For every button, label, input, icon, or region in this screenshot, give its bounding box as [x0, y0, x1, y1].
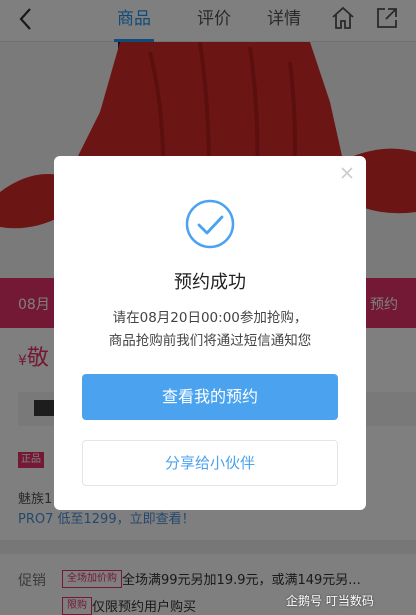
- reservation-success-dialog: 预约成功 请在08月20日00:00参加抢购， 商品抢购前我们将通过短信通知您 …: [54, 156, 366, 510]
- share-to-friends-button[interactable]: 分享给小伙伴: [82, 440, 338, 486]
- watermark: 企鹅号 叮当数码: [286, 594, 374, 608]
- close-button[interactable]: [338, 164, 356, 182]
- dialog-message-line: 商品抢购前我们将通过短信通知您: [108, 333, 312, 349]
- check-circle-icon: [184, 198, 236, 250]
- dialog-title: 预约成功: [174, 272, 246, 293]
- dialog-message-line: 请在08月20日00:00参加抢购，: [112, 310, 308, 326]
- close-icon: [341, 167, 353, 179]
- view-my-reservation-button[interactable]: 查看我的预约: [82, 374, 338, 420]
